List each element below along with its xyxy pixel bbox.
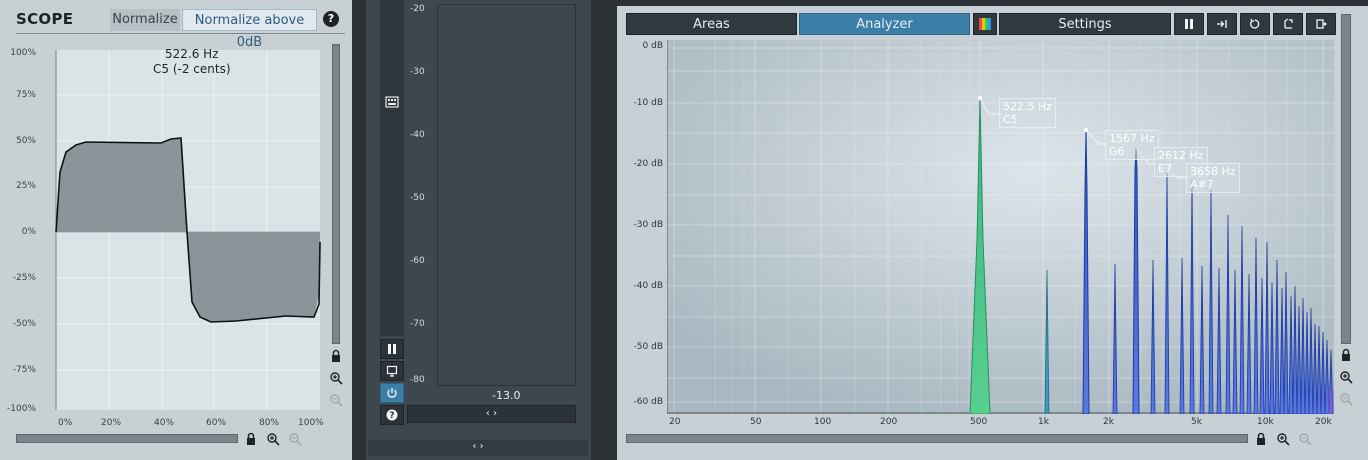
color-palette-button[interactable]	[973, 13, 997, 35]
frequency-tick: 5k	[1191, 417, 1202, 427]
tab-analyzer[interactable]: Analyzer	[799, 13, 970, 35]
scope-plot[interactable]	[16, 42, 328, 422]
frequency-tick: 50	[750, 417, 762, 427]
peak-note: C5	[1003, 113, 1018, 126]
db-tick: -20 dB	[633, 159, 663, 169]
peak-label: 522.5 Hz C5	[999, 98, 1057, 128]
scope-x-tick: 0%	[58, 418, 73, 428]
zoom-out-icon[interactable]	[329, 393, 343, 407]
zoom-in-icon[interactable]	[329, 371, 343, 385]
peak-frequency: 522.5 Hz	[1003, 100, 1053, 113]
frequency-tick: 20	[669, 417, 681, 427]
reset-icon[interactable]	[1240, 13, 1270, 35]
zoom-out-icon[interactable]	[288, 432, 302, 446]
frequency-tick: 1k	[1038, 417, 1049, 427]
pause-button[interactable]	[380, 339, 404, 359]
meter-scale-tick: -60	[410, 256, 425, 266]
power-icon[interactable]	[380, 383, 404, 403]
scope-horizontal-scrollbar[interactable]	[16, 434, 238, 443]
db-tick: 0 dB	[642, 41, 663, 51]
scope-x-tick: 20%	[101, 418, 122, 428]
frequency-tick: 10k	[1257, 417, 1274, 427]
scope-y-tick: -25%	[12, 273, 36, 283]
peak-note: G6	[1109, 145, 1125, 158]
meter-scale-tick: -20	[410, 4, 425, 14]
pause-button[interactable]	[1174, 13, 1204, 35]
scope-y-tick: 75%	[15, 90, 36, 100]
scope-title: SCOPE	[16, 10, 74, 28]
meter-scale-tick: -50	[410, 193, 425, 203]
scope-y-tick: -75%	[12, 365, 36, 375]
scope-y-tick: 25%	[15, 181, 36, 191]
db-tick: -10 dB	[633, 98, 663, 108]
zoom-in-icon[interactable]	[266, 432, 280, 446]
zoom-in-icon[interactable]	[1276, 432, 1290, 446]
step-forward-icon[interactable]	[1207, 13, 1237, 35]
meter-value-readout: -13.0	[492, 389, 521, 402]
peak-note: A#7	[1190, 178, 1214, 191]
meter-side-strip	[380, 0, 404, 336]
help-icon[interactable]: ?	[323, 11, 339, 27]
scope-header-divider	[16, 33, 345, 34]
zoom-out-icon[interactable]	[1339, 392, 1353, 406]
spectrum-plot[interactable]	[667, 40, 1334, 414]
scope-y-tick: 0%	[21, 227, 36, 237]
tab-settings[interactable]: Settings	[999, 13, 1171, 35]
frequency-tick: 20k	[1315, 417, 1332, 427]
keyboard-icon[interactable]	[385, 94, 399, 108]
lock-icon[interactable]	[1339, 348, 1353, 362]
tab-areas[interactable]: Areas	[626, 13, 797, 35]
meter-display[interactable]	[437, 4, 576, 386]
normalize-button[interactable]: Normalize	[110, 9, 180, 31]
peak-frequency: 2612 Hz	[1158, 149, 1204, 162]
db-tick: -40 dB	[633, 281, 663, 291]
scope-x-tick: 60%	[206, 418, 227, 428]
peak-label: 3658 Hz A#7	[1186, 163, 1240, 193]
scope-y-tick: -100%	[7, 404, 36, 414]
svg-text:?: ?	[389, 411, 394, 421]
help-icon[interactable]: ?	[380, 405, 404, 425]
db-tick: -60 dB	[633, 397, 663, 407]
lock-icon[interactable]	[244, 432, 258, 446]
scope-x-tick: 80%	[259, 418, 280, 428]
zoom-out-icon[interactable]	[1298, 432, 1312, 446]
bottom-expand-button[interactable]: ‹ ›	[368, 440, 588, 456]
db-tick: -50 dB	[633, 342, 663, 352]
meter-expand-button[interactable]: ‹ ›	[407, 405, 576, 423]
monitor-icon[interactable]	[380, 361, 404, 381]
scope-y-tick: -50%	[12, 319, 36, 329]
analyzer-horizontal-scrollbar[interactable]	[626, 434, 1248, 443]
scope-x-tick: 100%	[298, 418, 324, 428]
export-icon[interactable]	[1273, 13, 1303, 35]
scope-y-tick: 100%	[10, 48, 36, 58]
db-tick: -30 dB	[633, 220, 663, 230]
frequency-tick: 200	[880, 417, 898, 427]
scope-y-tick: 50%	[15, 136, 36, 146]
peak-frequency: 3658 Hz	[1190, 165, 1236, 178]
frequency-tick: 2k	[1103, 417, 1114, 427]
scope-note-readout: C5 (-2 cents)	[153, 62, 231, 76]
analyzer-vertical-scrollbar[interactable]	[1341, 14, 1351, 344]
meter-scale-tick: -80	[410, 375, 425, 385]
scope-frequency-readout: 522.6 Hz	[165, 47, 219, 61]
scope-x-tick: 40%	[154, 418, 175, 428]
peak-frequency: 1567 Hz	[1109, 132, 1155, 145]
lock-icon[interactable]	[1254, 432, 1268, 446]
meter-scale-tick: -30	[410, 67, 425, 77]
scope-vertical-scrollbar[interactable]	[332, 44, 340, 344]
meter-scale-tick: -70	[410, 319, 425, 329]
zoom-in-icon[interactable]	[1339, 370, 1353, 384]
detach-icon[interactable]	[1306, 13, 1336, 35]
frequency-tick: 500	[970, 417, 988, 427]
normalize-above-0db-button[interactable]: Normalize above 0dB	[182, 9, 317, 50]
frequency-tick: 100	[814, 417, 832, 427]
meter-scale-tick: -40	[410, 130, 425, 140]
lock-icon[interactable]	[329, 349, 343, 363]
peak-label: 1567 Hz G6	[1105, 130, 1159, 160]
